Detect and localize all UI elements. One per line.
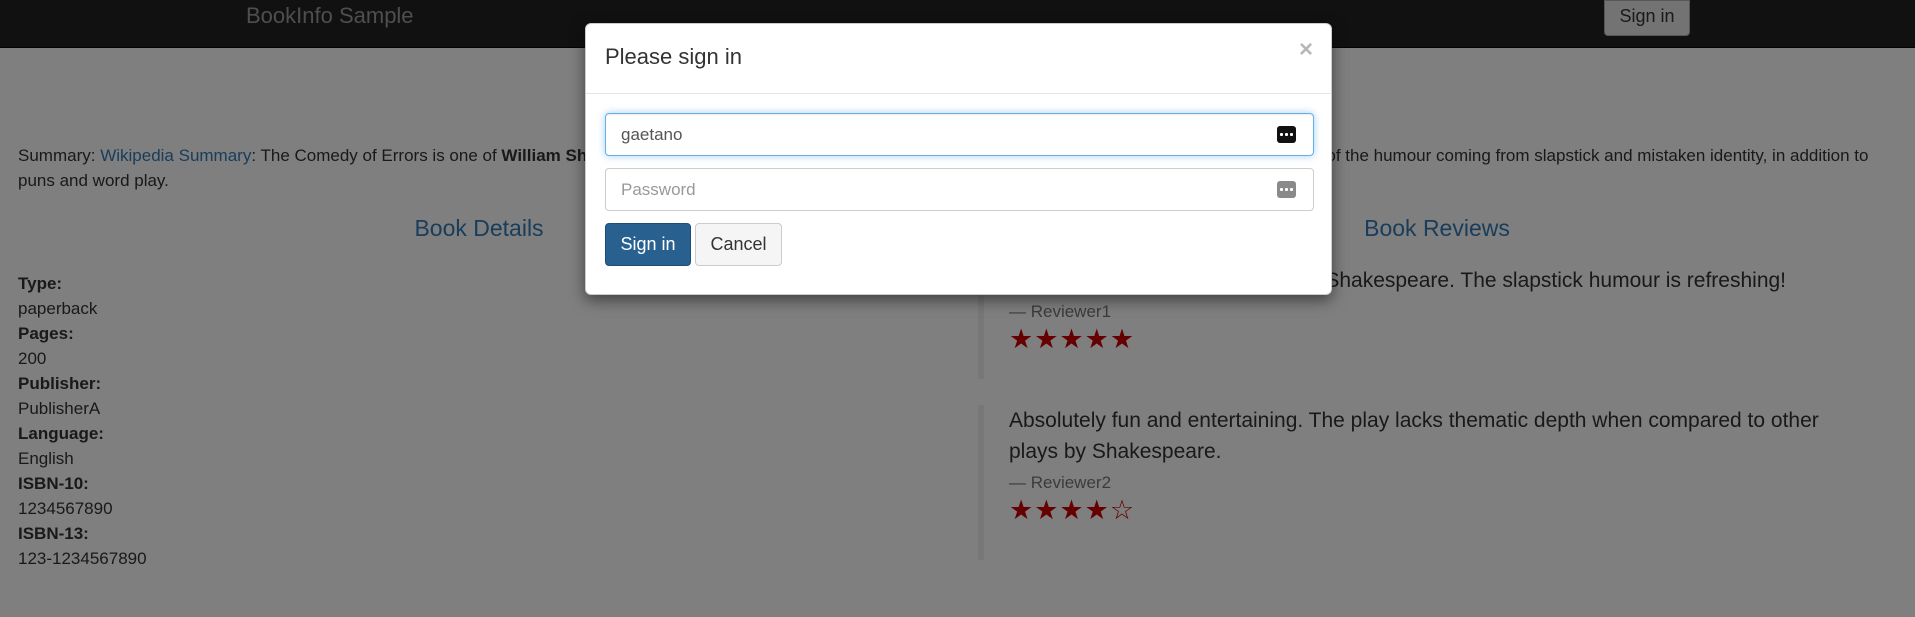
password-input[interactable] bbox=[606, 169, 1313, 210]
modal-header: Please sign in × bbox=[586, 24, 1331, 94]
password-field-wrapper bbox=[605, 168, 1314, 211]
password-manager-icon[interactable] bbox=[1277, 181, 1296, 198]
password-manager-icon[interactable] bbox=[1277, 126, 1296, 143]
modal-signin-button[interactable]: Sign in bbox=[605, 223, 691, 266]
close-icon[interactable]: × bbox=[1299, 36, 1313, 64]
signin-modal: Please sign in × Sign in Cancel bbox=[585, 23, 1332, 295]
bookinfo-page: BookInfo Sample Sign in Summary: Wikiped… bbox=[0, 0, 1915, 617]
username-input[interactable] bbox=[606, 114, 1313, 155]
username-field-wrapper bbox=[605, 113, 1314, 156]
modal-title: Please sign in bbox=[605, 44, 742, 69]
modal-cancel-button[interactable]: Cancel bbox=[695, 223, 782, 266]
